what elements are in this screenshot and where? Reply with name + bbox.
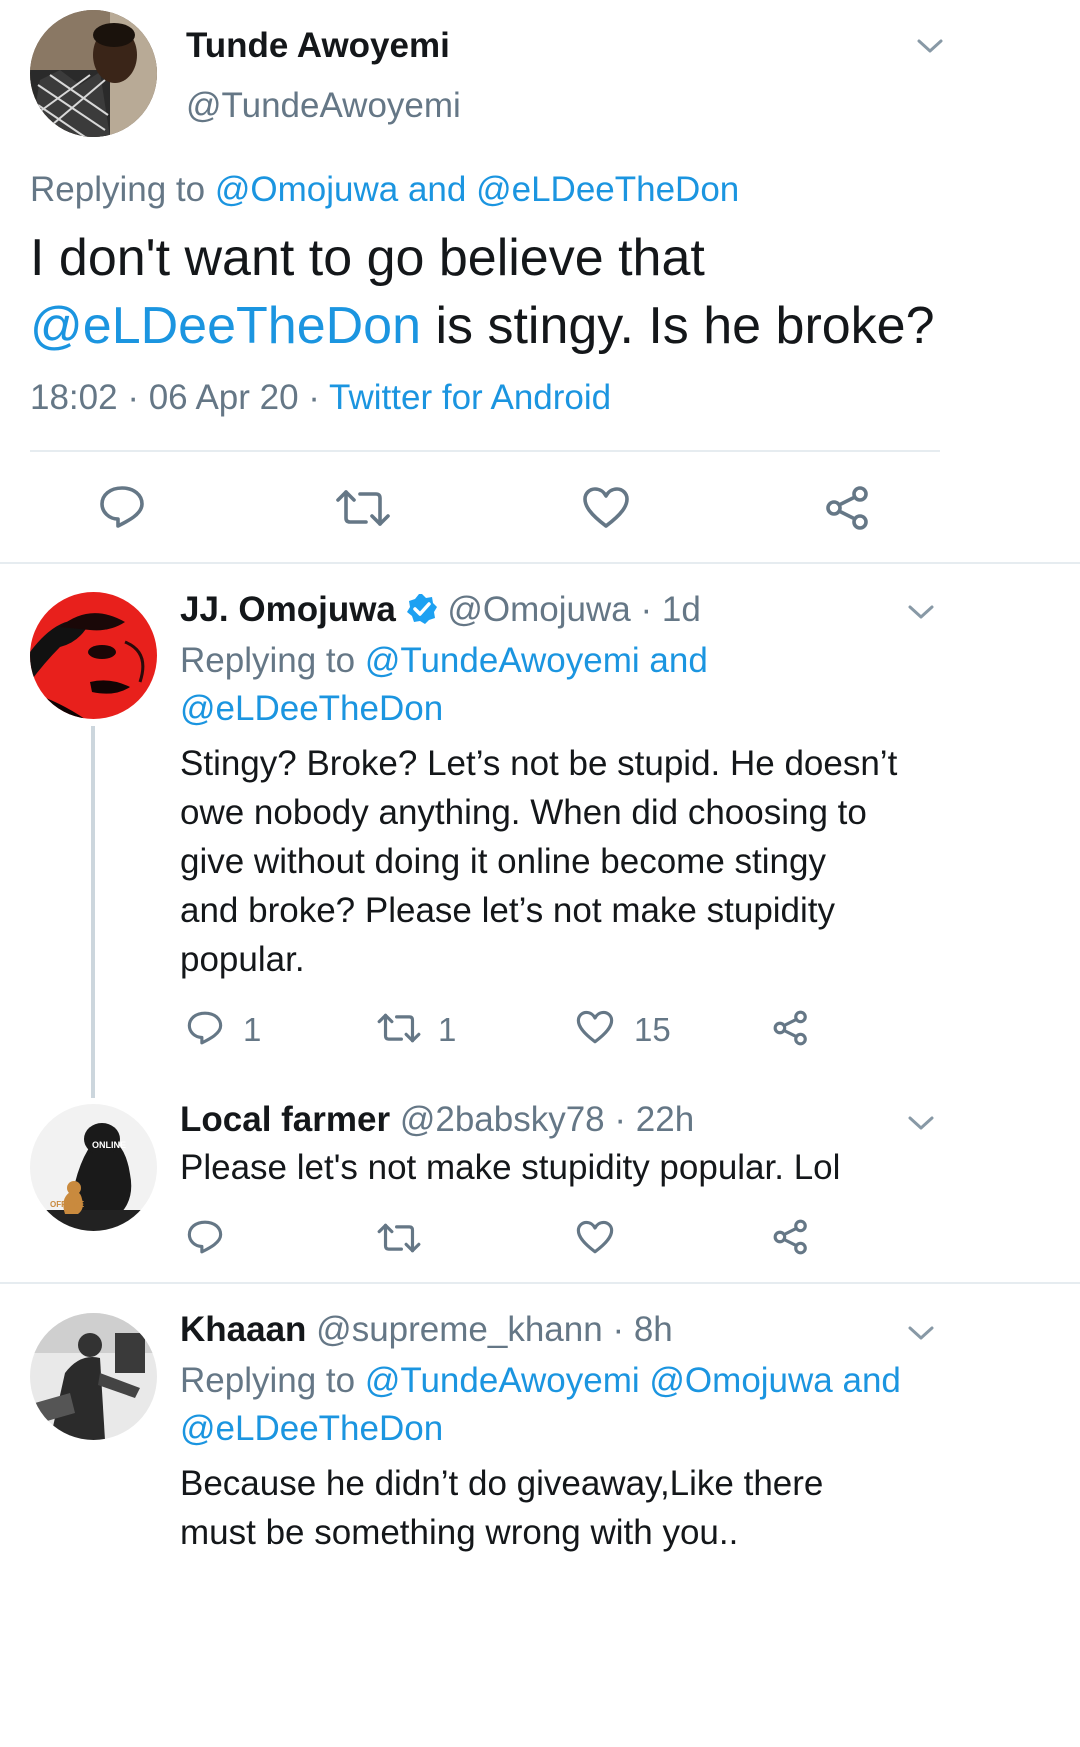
- avatar-photo: [30, 10, 157, 137]
- author-handle[interactable]: @2babsky78: [400, 1100, 605, 1139]
- mention-link[interactable]: @eLDeeTheDon: [476, 170, 739, 209]
- verified-badge-icon: [406, 594, 437, 624]
- tweet-text-line: must be something wrong with you..: [180, 1513, 739, 1552]
- chevron-down-icon[interactable]: [906, 1113, 936, 1133]
- avatar[interactable]: [30, 592, 157, 719]
- divider: [30, 450, 940, 452]
- mention-link[interactable]: @TundeAwoyemi: [365, 1361, 640, 1400]
- reply-count: 1: [243, 1011, 262, 1048]
- tweet-meta: 18:02 · 06 Apr 20 · Twitter for Android: [30, 378, 611, 418]
- replying-to: Replying to @Omojuwa and @eLDeeTheDon: [30, 170, 739, 210]
- thread-line: [91, 726, 95, 1098]
- mention-link[interactable]: @Omojuwa: [649, 1361, 832, 1400]
- divider: [0, 562, 1080, 564]
- tweet-text-line: @eLDeeTheDon is stingy. Is he broke?: [30, 296, 935, 356]
- replying-and: and: [842, 1361, 901, 1400]
- avatar-text: OFFLINE: [50, 1200, 85, 1209]
- author-name[interactable]: Khaaan: [180, 1310, 306, 1349]
- mention-link[interactable]: @eLDeeTheDon: [180, 1409, 443, 1449]
- author-handle[interactable]: @supreme_khann: [316, 1310, 603, 1349]
- tweet-text-line: give without doing it online become stin…: [180, 842, 826, 881]
- tweet-text: Please let's not make stupidity popular.…: [180, 1148, 841, 1187]
- tweet-text-line: popular.: [180, 940, 305, 979]
- replying-and: and: [649, 641, 708, 680]
- mention-link[interactable]: @eLDeeTheDon: [180, 689, 443, 729]
- author-name[interactable]: Local farmer: [180, 1100, 390, 1139]
- reply-icon[interactable]: [186, 1219, 224, 1255]
- tweet-source-link[interactable]: Twitter for Android: [329, 378, 611, 417]
- retweet-icon[interactable]: [376, 1012, 422, 1044]
- replying-to: Replying to @TundeAwoyemi and: [180, 641, 708, 681]
- share-icon[interactable]: [772, 1009, 810, 1047]
- avatar-photo: [30, 592, 157, 719]
- mention-link[interactable]: @TundeAwoyemi: [365, 641, 640, 680]
- tweet-text-line: owe nobody anything. When did choosing t…: [180, 793, 867, 832]
- replying-to: Replying to @TundeAwoyemi @Omojuwa and: [180, 1361, 901, 1401]
- replying-and: and: [407, 170, 467, 209]
- separator: ·: [640, 590, 653, 629]
- tweet-age: 22h: [635, 1100, 695, 1139]
- chevron-down-icon[interactable]: [906, 602, 936, 622]
- replying-to-label: Replying to: [180, 1361, 356, 1400]
- tweet-date: 06 Apr 20: [148, 378, 299, 417]
- avatar[interactable]: [30, 1104, 157, 1231]
- avatar-text: ONLINE: [92, 1140, 127, 1150]
- like-icon[interactable]: [582, 486, 630, 530]
- retweet-icon[interactable]: [334, 488, 392, 528]
- reply-header: Local farmer @2babsky78 · 22h: [180, 1100, 694, 1140]
- like-icon[interactable]: [576, 1220, 614, 1255]
- chevron-down-icon[interactable]: [915, 36, 945, 56]
- avatar[interactable]: [30, 10, 157, 137]
- tweet-time: 18:02: [30, 378, 118, 417]
- tweet-text-line: Because he didn’t do giveaway,Like there: [180, 1464, 824, 1503]
- replying-to-label: Replying to: [180, 641, 356, 680]
- divider: [0, 1282, 1080, 1284]
- mention-link[interactable]: @eLDeeTheDon: [30, 297, 421, 355]
- avatar[interactable]: [30, 1313, 157, 1440]
- separator: ·: [127, 378, 139, 417]
- tweet-text-line: and broke? Please let’s not make stupidi…: [180, 891, 836, 930]
- author-name[interactable]: JJ. Omojuwa: [180, 590, 396, 629]
- like-count: 15: [634, 1011, 671, 1048]
- reply-icon[interactable]: [186, 1010, 224, 1046]
- retweet-count: 1: [438, 1011, 457, 1048]
- author-handle[interactable]: @TundeAwoyemi: [186, 86, 461, 126]
- separator: ·: [612, 1310, 625, 1349]
- tweet-age: 1d: [661, 590, 701, 629]
- avatar-photo: [30, 1313, 157, 1440]
- retweet-icon[interactable]: [376, 1222, 422, 1254]
- like-icon[interactable]: [576, 1010, 614, 1045]
- tweet-text-line: Stingy? Broke? Let’s not be stupid. He d…: [180, 744, 898, 783]
- reply-header: Khaaan @supreme_khann · 8h: [180, 1310, 673, 1350]
- reply-icon[interactable]: [98, 484, 146, 530]
- separator: ·: [614, 1100, 627, 1139]
- author-handle[interactable]: @Omojuwa: [447, 590, 630, 629]
- share-icon[interactable]: [772, 1218, 810, 1256]
- tweet-age: 8h: [633, 1310, 673, 1349]
- replying-to-label: Replying to: [30, 170, 206, 209]
- tweet-text-rest: is stingy. Is he broke?: [421, 297, 935, 355]
- tweet-text-line: I don't want to go believe that: [30, 229, 705, 287]
- chevron-down-icon[interactable]: [906, 1323, 936, 1343]
- avatar-photo: [30, 1104, 157, 1231]
- separator: ·: [308, 378, 320, 417]
- author-name[interactable]: Tunde Awoyemi: [186, 26, 450, 66]
- share-icon[interactable]: [824, 484, 872, 532]
- mention-link[interactable]: @Omojuwa: [215, 170, 398, 209]
- reply-header: JJ. Omojuwa @Omojuwa · 1d: [180, 590, 701, 630]
